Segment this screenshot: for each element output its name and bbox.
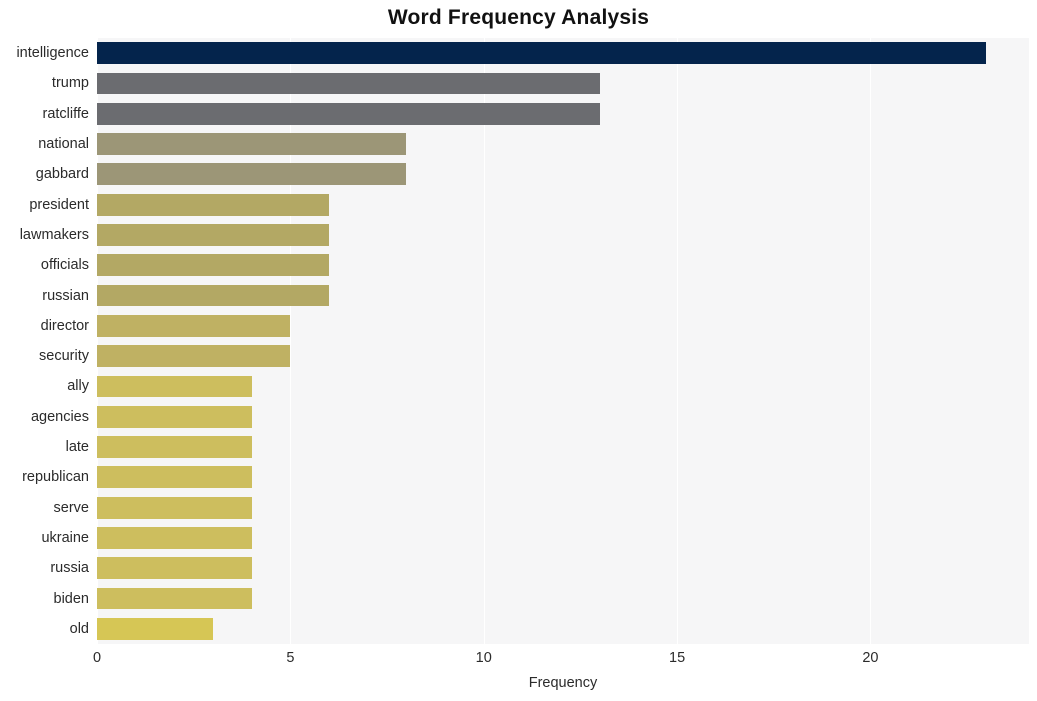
y-tick-label-director: director	[40, 317, 89, 334]
bar-trump[interactable]	[97, 72, 600, 95]
bars-layer	[97, 38, 1029, 644]
x-tick-label-5: 5	[286, 650, 295, 666]
bar-old[interactable]	[97, 617, 214, 640]
y-tick-label-ukraine: ukraine	[41, 529, 89, 546]
word-frequency-chart: Word Frequency Analysis intelligence trum…	[0, 0, 1037, 701]
y-tick-label-biden: biden	[53, 590, 89, 607]
bar-row	[97, 72, 1029, 95]
x-tick-label-0: 0	[92, 650, 102, 666]
bar-row	[97, 587, 1029, 610]
y-tick-label-ratcliffe: ratcliffe	[42, 105, 89, 122]
bar-row	[97, 284, 1029, 307]
bar-row	[97, 314, 1029, 337]
bar-row	[97, 466, 1029, 489]
x-tick-label-15: 15	[669, 650, 686, 666]
bar-row	[97, 193, 1029, 216]
bar-row	[97, 527, 1029, 549]
y-tick-label-security: security	[39, 348, 89, 365]
bar-row	[97, 345, 1029, 368]
bar-row	[97, 133, 1029, 155]
y-tick-label-national: national	[38, 136, 89, 153]
bar-ukraine[interactable]	[97, 527, 252, 549]
y-tick-label-president: president	[29, 196, 89, 213]
bar-row	[97, 42, 1029, 65]
bar-agencies[interactable]	[97, 405, 252, 428]
x-tick-label-20: 20	[862, 650, 879, 666]
bar-national[interactable]	[97, 133, 407, 155]
bar-republican[interactable]	[97, 466, 252, 489]
bar-row	[97, 163, 1029, 186]
bar-row	[97, 254, 1029, 277]
bar-russia[interactable]	[97, 557, 252, 580]
bar-row	[97, 224, 1029, 246]
bar-lawmakers[interactable]	[97, 224, 330, 246]
bar-ratcliffe[interactable]	[97, 102, 600, 125]
bar-security[interactable]	[97, 345, 291, 368]
bar-gabbard[interactable]	[97, 163, 407, 186]
bar-russian[interactable]	[97, 284, 330, 307]
bar-row	[97, 375, 1029, 398]
bar-biden[interactable]	[97, 587, 252, 610]
y-tick-label-intelligence: intelligence	[16, 45, 89, 62]
bar-row	[97, 436, 1029, 458]
bar-director[interactable]	[97, 314, 291, 337]
bar-row	[97, 405, 1029, 428]
bar-president[interactable]	[97, 193, 330, 216]
chart-title: Word Frequency Analysis	[387, 6, 650, 29]
bar-intelligence[interactable]	[97, 42, 987, 65]
y-tick-label-old: old	[69, 620, 89, 637]
y-tick-label-russian: russian	[42, 287, 89, 304]
bar-officials[interactable]	[97, 254, 330, 277]
y-tick-label-agencies: agencies	[30, 408, 89, 425]
y-tick-label-lawmakers: lawmakers	[19, 226, 89, 243]
y-tick-label-late: late	[65, 439, 89, 456]
y-tick-label-republican: republican	[22, 469, 89, 486]
x-axis: 0 5 10 15 20	[0, 650, 1037, 672]
y-tick-label-officials: officials	[40, 257, 89, 274]
bar-serve[interactable]	[97, 496, 252, 519]
y-tick-label-serve: serve	[53, 499, 89, 516]
y-tick-label-ally: ally	[67, 378, 89, 395]
bar-row	[97, 102, 1029, 125]
plot-area	[97, 38, 1029, 644]
y-axis: intelligence trump ratcliffe national gabbar…	[0, 38, 89, 644]
bar-row	[97, 557, 1029, 580]
bar-row	[97, 496, 1029, 519]
x-tick-label-10: 10	[475, 650, 492, 666]
bar-late[interactable]	[97, 436, 252, 458]
y-tick-label-gabbard: gabbard	[35, 166, 89, 183]
y-tick-label-trump: trump	[51, 75, 89, 92]
bar-row	[97, 617, 1029, 640]
y-tick-label-russia: russia	[50, 560, 89, 577]
x-axis-title: Frequency	[528, 675, 598, 691]
bar-ally[interactable]	[97, 375, 252, 398]
